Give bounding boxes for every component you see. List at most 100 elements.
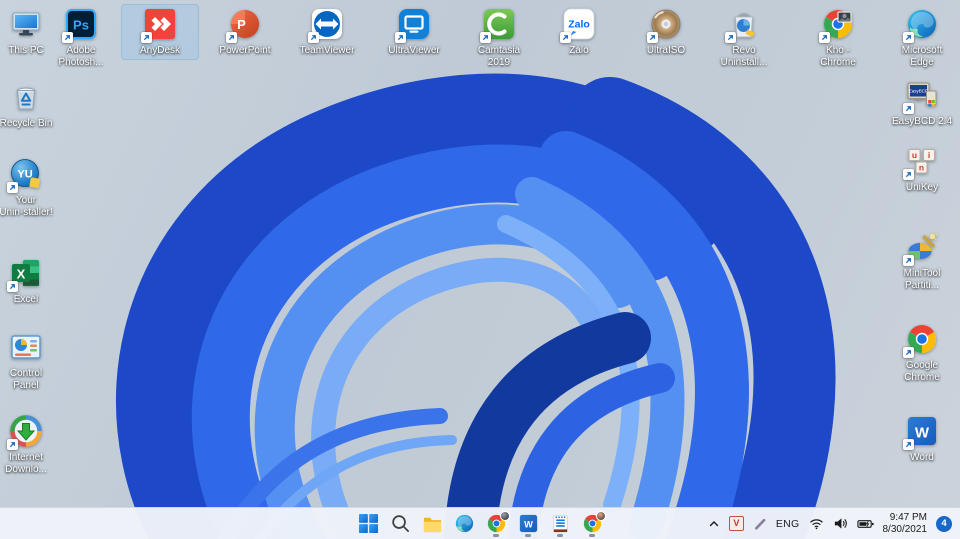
taskbar[interactable]: W V ENG 9:47 PM 8/30/2021 4 [0,507,960,539]
taskbar-button-file-explorer[interactable] [417,509,448,538]
desktop-icon-grid: This PC Ps Adobe Photosh... AnyDesk P PowerPo… [0,0,960,539]
desktop-icon-label: TeamViewer [299,45,355,56]
shortcut-arrow-icon [226,32,237,43]
desktop-icon-microsoft-edge[interactable]: Microsoft Edge [884,5,960,71]
ultraviewer-icon [395,7,431,43]
desktop-icon-word[interactable]: W Word [884,412,960,466]
shortcut-arrow-icon [725,32,736,43]
svg-text:W: W [915,425,930,442]
running-indicator [557,534,563,537]
language-indicator[interactable]: ENG [776,518,800,530]
battery-charging-icon[interactable] [856,518,874,530]
notification-badge[interactable]: 4 [936,515,952,532]
desktop-icon-excel[interactable]: X Excel [0,254,64,308]
word-icon: W [903,414,939,450]
shortcut-arrow-icon [62,32,73,43]
taskbar-button-start[interactable] [353,509,384,538]
shortcut-arrow-icon [903,32,914,43]
running-indicator [493,534,499,537]
desktop-icon-label: UltraISO [646,45,686,56]
wifi-icon[interactable] [809,516,824,531]
desktop-icon-label: Microsoft Edge [901,45,943,68]
desktop-icon-kho-chrome[interactable]: Kho - Chrome [800,5,876,71]
desktop-icon-google-chrome[interactable]: Google Chrome [884,320,960,386]
your-uninstaller-icon: YU [7,157,43,193]
desktop-icon-label: EasyBCD 2.4 [891,116,953,127]
desktop-icon-control-panel[interactable]: Control Panel [0,328,64,394]
ultraiso-icon [647,7,683,43]
recycle-bin-icon [9,80,43,114]
taskbar-button-microsoft-edge[interactable] [449,509,480,538]
desktop-icon-camtasia-2019[interactable]: Camtasia 2019 [461,5,537,71]
desktop-icon-internet-download-manager[interactable]: Internet Downlo... [0,412,64,478]
desktop-icon-label: Zalo [569,45,589,56]
shortcut-arrow-icon [903,255,914,266]
desktop-icon-ultraviewer[interactable]: UltraViewer [376,5,452,59]
shortcut-arrow-icon [141,32,152,43]
desktop-icon-label: Control Panel [9,368,43,391]
shortcut-arrow-icon [308,32,319,43]
desktop-icon-label: Internet Downlo... [5,452,47,475]
taskbar-button-word[interactable]: W [513,509,544,538]
taskbar-button-search[interactable] [385,509,416,538]
svg-text:P: P [237,17,246,32]
clock[interactable]: 9:47 PM 8/30/2021 [883,512,928,536]
profile-avatar-badge [595,511,606,521]
shortcut-arrow-icon [903,347,914,358]
desktop-icon-label: PowerPoint [219,45,271,56]
chevron-up-icon[interactable] [708,518,720,530]
desktop-icon-label: AnyDesk [139,45,180,56]
svg-text:W: W [524,520,533,530]
desktop-icon-label: Adobe Photosh... [58,45,104,68]
desktop-icon-ultraiso[interactable]: UltraISO [628,5,704,59]
volume-icon[interactable] [833,516,848,531]
photoshop-icon: Ps [62,7,98,43]
powerpoint-icon: P [226,7,262,43]
desktop-icon-label: Camtasia 2019 [477,45,521,68]
desktop-icon-label: Excel [13,294,39,305]
tray-date: 8/30/2021 [882,523,928,535]
system-tray: V ENG 9:47 PM 8/30/2021 4 [708,508,952,539]
shortcut-arrow-icon [7,281,18,292]
taskbar-button-chrome-profile-1[interactable] [481,509,512,538]
desktop-icon-label: Recycle Bin [0,118,53,129]
shortcut-arrow-icon [903,103,914,114]
desktop-icon-easybcd[interactable]: EasyBCD EasyBCD 2.4 [884,76,960,130]
pen-icon[interactable] [753,517,767,531]
easybcd-icon: EasyBCD [903,78,939,114]
desktop-icon-recycle-bin[interactable]: Recycle Bin [0,78,64,132]
shortcut-arrow-icon [480,32,491,43]
shortcut-arrow-icon [903,439,914,450]
desktop-icon-label: Google Chrome [904,360,940,383]
desktop-icon-label: Kho - Chrome [820,45,856,68]
chrome-icon [903,322,939,358]
shortcut-arrow-icon [395,32,406,43]
unikey-tray-icon[interactable]: V [728,516,744,531]
shortcut-arrow-icon [560,32,571,43]
desktop-icon-adobe-photoshop[interactable]: Ps Adobe Photosh... [43,5,119,71]
shortcut-arrow-icon [7,182,18,193]
svg-text:i: i [928,150,930,160]
monitor-icon [9,7,43,41]
desktop-icon-teamviewer[interactable]: TeamViewer [289,5,365,59]
profile-avatar-badge [499,511,510,521]
taskbar-button-notebook-app[interactable] [545,509,576,538]
desktop-icon-revo-uninstaller[interactable]: Revo Uninstall... [706,5,782,71]
shortcut-arrow-icon [7,439,18,450]
shortcut-arrow-icon [819,32,830,43]
desktop-icon-your-uninstaller[interactable]: YU Your Unin-staller! [0,155,64,221]
desktop-icon-zalo[interactable]: Zalo Zalo [541,5,617,59]
minitool-icon [903,230,939,266]
control-panel-icon [9,330,43,364]
desktop-icon-label: UniKey [905,182,939,193]
taskbar-center-buttons: W [352,508,608,539]
shortcut-arrow-icon [903,169,914,180]
zalo-icon: Zalo [560,7,596,43]
desktop-icon-unikey[interactable]: u i n UniKey [884,142,960,196]
desktop-icon-powerpoint[interactable]: P PowerPoint [207,5,283,59]
desktop-icon-anydesk[interactable]: AnyDesk [121,4,199,60]
desktop[interactable]: This PC Ps Adobe Photosh... AnyDesk P PowerPo… [0,0,960,539]
desktop-icon-minitool-partition[interactable]: MiniTool Partiti... [884,228,960,294]
svg-text:n: n [919,162,924,172]
taskbar-button-chrome-profile-2[interactable] [577,509,608,538]
